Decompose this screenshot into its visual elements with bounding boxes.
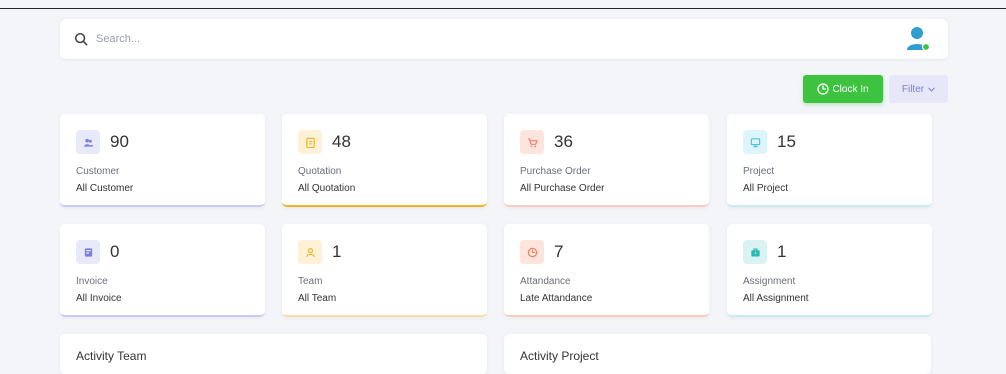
card-count: 1 xyxy=(777,242,787,261)
card-attendance[interactable]: 7 Attandance Late Attandance xyxy=(504,224,709,317)
card-subtitle: All Team xyxy=(298,293,337,304)
card-subtitle: All Invoice xyxy=(76,293,122,304)
section-title: Activity Team xyxy=(76,349,147,363)
card-subtitle: All Assignment xyxy=(743,293,809,304)
card-title: Project xyxy=(743,166,775,177)
search-icon xyxy=(74,32,88,46)
monitor-icon xyxy=(743,130,767,154)
clipboard-icon xyxy=(298,130,322,154)
card-count: 0 xyxy=(110,242,120,261)
card-quotation[interactable]: 48 Quotation All Quotation xyxy=(282,114,487,207)
card-count: 48 xyxy=(332,132,351,151)
chevron-down-icon xyxy=(928,86,935,92)
card-count: 36 xyxy=(554,132,573,151)
filter-label: Filter xyxy=(901,83,925,95)
cart-icon xyxy=(520,130,544,154)
clock-in-label: Clock In xyxy=(832,83,869,95)
card-subtitle: All Customer xyxy=(76,183,134,194)
card-count: 90 xyxy=(110,132,129,151)
avatar[interactable] xyxy=(906,26,930,52)
card-count: 1 xyxy=(332,242,342,261)
card-subtitle: All Project xyxy=(743,183,789,194)
card-subtitle: All Purchase Order xyxy=(520,183,605,194)
user-icon xyxy=(298,240,322,264)
card-count: 15 xyxy=(777,132,796,151)
card-team[interactable]: 1 Team All Team xyxy=(282,224,487,317)
card-customer[interactable]: 90 Customer All Customer xyxy=(60,114,265,207)
activity-project-panel: Activity Project xyxy=(504,334,931,374)
card-subtitle: All Quotation xyxy=(298,183,356,194)
card-invoice[interactable]: 0 Invoice All Invoice xyxy=(60,224,265,317)
card-title: Invoice xyxy=(76,276,108,287)
card-purchase-order[interactable]: 36 Purchase Order All Purchase Order xyxy=(504,114,709,207)
users-icon xyxy=(76,130,100,154)
briefcase-icon xyxy=(743,240,767,264)
card-subtitle: Late Attandance xyxy=(520,293,593,304)
card-count: 7 xyxy=(554,242,564,261)
card-assignment[interactable]: 1 Assignment All Assignment xyxy=(727,224,932,317)
activity-team-panel: Activity Team xyxy=(60,334,487,374)
filter-button[interactable]: Filter xyxy=(889,75,948,103)
card-title: Customer xyxy=(76,166,120,177)
card-project[interactable]: 15 Project All Project xyxy=(727,114,932,207)
top-divider xyxy=(0,8,1006,9)
section-title: Activity Project xyxy=(520,349,599,363)
clock-icon xyxy=(520,240,544,264)
card-title: Purchase Order xyxy=(520,166,591,177)
search-bar xyxy=(60,19,948,59)
invoice-icon xyxy=(76,240,100,264)
clock-in-button[interactable]: Clock In xyxy=(803,75,883,103)
clock-icon xyxy=(817,83,830,95)
card-title: Assignment xyxy=(743,276,796,287)
card-title: Team xyxy=(298,276,323,287)
search-input[interactable] xyxy=(96,33,856,45)
card-title: Quotation xyxy=(298,166,342,177)
card-title: Attandance xyxy=(520,276,571,287)
